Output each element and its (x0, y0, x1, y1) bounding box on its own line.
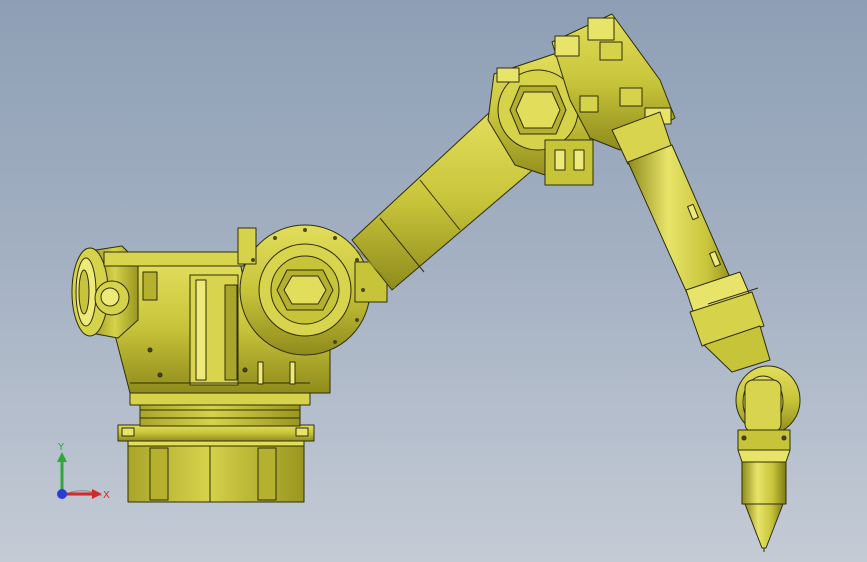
coordinate-triad: Y X (57, 442, 110, 501)
graphics-viewport[interactable]: Y X (0, 0, 867, 562)
triad-y-arrow (57, 452, 67, 462)
triad-x-label: X (103, 490, 110, 501)
robot-wrist (735, 365, 801, 451)
triad-y-label: Y (57, 442, 65, 453)
robot-model-view[interactable] (0, 0, 867, 562)
robot-forearm-tube (627, 144, 771, 373)
triad-z-axis (57, 489, 67, 499)
robot-base (117, 392, 315, 503)
robot-tool-spindle (737, 449, 791, 552)
triad-x-arrow (92, 489, 102, 499)
